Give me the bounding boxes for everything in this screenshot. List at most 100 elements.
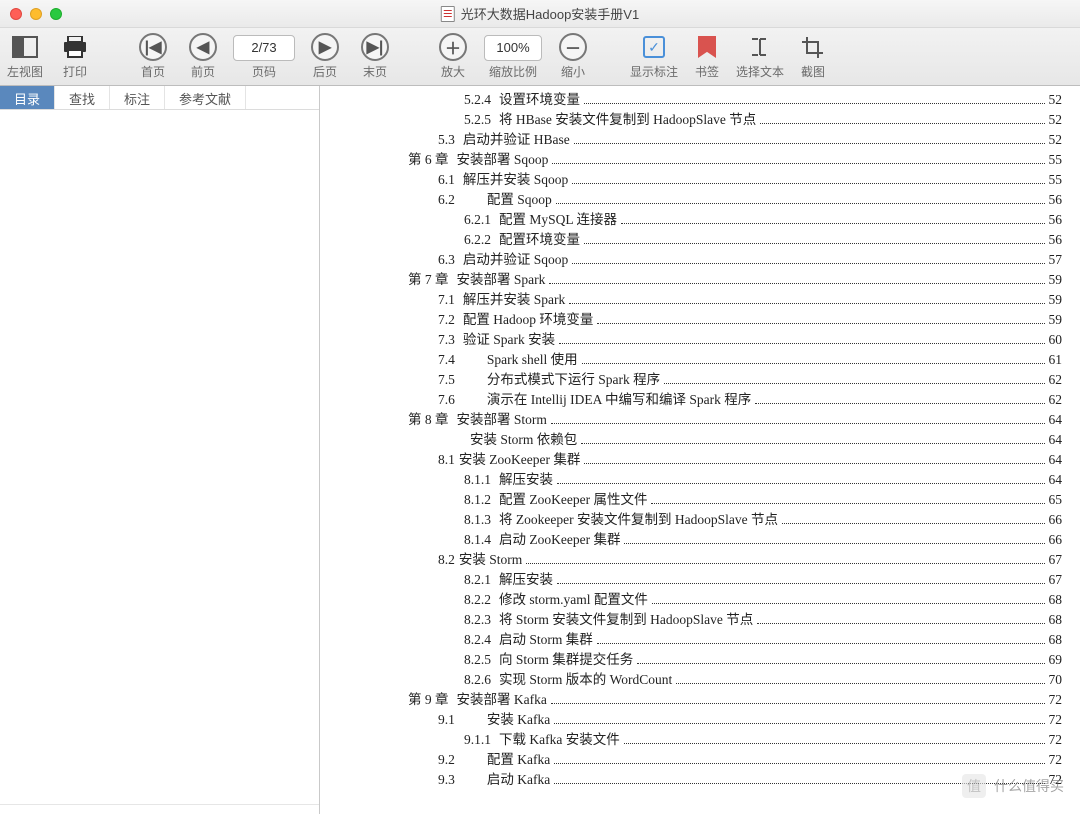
toc-entry[interactable]: 8.1.3将 Zookeeper 安装文件复制到 HadoopSlave 节点6… [348,510,1062,530]
toc-page: 59 [1049,310,1063,330]
toc-entry[interactable]: 6.2配置 Sqoop56 [348,190,1062,210]
minimize-window-button[interactable] [30,8,42,20]
toc-title: 分布式模式下运行 Spark 程序 [487,370,660,390]
toc-number: 7.1 [438,290,455,310]
toc-title: 安装部署 Sqoop [457,150,549,170]
toc-page: 70 [1049,670,1063,690]
last-page-button[interactable]: ▶| 末页 [350,32,400,80]
toc-entry[interactable]: 7.1解压并安装 Spark59 [348,290,1062,310]
toc-entry[interactable]: 8.1.2配置 ZooKeeper 属性文件65 [348,490,1062,510]
left-view-button[interactable]: 左视图 [0,32,50,80]
toc-page: 57 [1049,250,1063,270]
toc-leader-dots [652,603,1045,604]
maximize-window-button[interactable] [50,8,62,20]
toc-title: 将 Zookeeper 安装文件复制到 HadoopSlave 节点 [499,510,778,530]
toc-entry[interactable]: 8.2.6实现 Storm 版本的 WordCount70 [348,670,1062,690]
toc-leader-dots [584,243,1045,244]
show-annotation-button[interactable]: ✓ 显示标注 [626,32,682,80]
watermark: 值 什么值得买 [962,774,1064,798]
toc-entry[interactable]: 7.4Spark shell 使用61 [348,350,1062,370]
toc-entry[interactable]: 6.2.2配置环境变量56 [348,230,1062,250]
toc-entry[interactable]: 6.2.1配置 MySQL 连接器56 [348,210,1062,230]
toc-number: 8.1.4 [464,530,491,550]
toc-page: 67 [1049,570,1063,590]
toc-entry[interactable]: 第 6 章安装部署 Sqoop55 [348,150,1062,170]
toc-number: 8.2.5 [464,650,491,670]
tab-annotations[interactable]: 标注 [110,86,165,109]
toc-leader-dots [581,443,1044,444]
toc-entry[interactable]: 7.5分布式模式下运行 Spark 程序62 [348,370,1062,390]
toc-entry[interactable]: 第 7 章安装部署 Spark59 [348,270,1062,290]
zoom-value-input[interactable]: 100% [484,35,542,61]
toc-page: 56 [1049,230,1063,250]
toc-title: 将 HBase 安装文件复制到 HadoopSlave 节点 [499,110,756,130]
toc-entry[interactable]: 7.2 配置 Hadoop 环境变量 59 [348,310,1062,330]
toc-entry[interactable]: 9.3启动 Kafka72 [348,770,1062,790]
document-viewport[interactable]: 5.2.4设置环境变量525.2.5将 HBase 安装文件复制到 Hadoop… [320,86,1080,814]
main-area: 目录 查找 标注 参考文献 5.2.4设置环境变量525.2.5将 HBase … [0,86,1080,814]
toc-title: 配置 Kafka [487,750,550,770]
toc-entry[interactable]: 8.2.3将 Storm 安装文件复制到 HadoopSlave 节点68 [348,610,1062,630]
toc-entry[interactable]: 9.1安装 Kafka72 [348,710,1062,730]
toc-entry[interactable]: 8.2.1解压安装67 [348,570,1062,590]
toc-entry[interactable]: 8.1.1解压安装64 [348,470,1062,490]
toc-entry[interactable]: 5.2.5将 HBase 安装文件复制到 HadoopSlave 节点52 [348,110,1062,130]
select-text-button[interactable]: 选择文本 [732,32,788,80]
crop-button[interactable]: 截图 [788,32,838,80]
toc-page: 59 [1049,290,1063,310]
first-page-button[interactable]: |◀ 首页 [128,32,178,80]
toc-entry[interactable]: 6.1解压并安装 Sqoop55 [348,170,1062,190]
toc-title: 下载 Kafka 安装文件 [499,730,620,750]
toc-entry[interactable]: 9.1.1下载 Kafka 安装文件72 [348,730,1062,750]
toc-title: 配置 Hadoop 环境变量 [463,310,594,330]
bookmark-button[interactable]: 书签 [682,32,732,80]
watermark-text: 什么值得买 [994,776,1064,796]
toc-title: 向 Storm 集群提交任务 [499,650,633,670]
zoom-out-button[interactable]: － 缩小 [548,32,598,80]
window-controls [10,8,62,20]
toc-entry[interactable]: 第 9 章安装部署 Kafka72 [348,690,1062,710]
toc-entry[interactable]: 7.3验证 Spark 安装60 [348,330,1062,350]
toc-entry[interactable]: 8.1.4启动 ZooKeeper 集群66 [348,530,1062,550]
toc-entry[interactable]: 8.2.2修改 storm.yaml 配置文件68 [348,590,1062,610]
toc-entry[interactable]: 8.1安装 ZooKeeper 集群64 [348,450,1062,470]
toc-title: 解压并安装 Sqoop [463,170,568,190]
toc-entry[interactable]: 8.2.5向 Storm 集群提交任务69 [348,650,1062,670]
zoom-in-button[interactable]: ＋ 放大 [428,32,478,80]
toc-leader-dots [574,143,1045,144]
toc-leader-dots [755,403,1044,404]
toc-entry[interactable]: 5.3启动并验证 HBase52 [348,130,1062,150]
toc-entry[interactable]: 8.2安装 Storm67 [348,550,1062,570]
printer-icon [62,32,88,62]
toc-page: 56 [1049,210,1063,230]
close-window-button[interactable] [10,8,22,20]
toc-entry[interactable]: 9.2配置 Kafka72 [348,750,1062,770]
toc-page: 55 [1049,170,1063,190]
crop-icon [801,32,825,62]
toc-number: 7.3 [438,330,455,350]
toc-entry[interactable]: 安装 Storm 依赖包64 [348,430,1062,450]
toc-page: 60 [1049,330,1063,350]
toc-entry[interactable]: 8.2.4启动 Storm 集群68 [348,630,1062,650]
toc-number: 8.2 [438,550,455,570]
toc-title: 配置 ZooKeeper 属性文件 [499,490,647,510]
toc-leader-dots [526,563,1044,564]
toc-entry[interactable]: 6.3启动并验证 Sqoop57 [348,250,1062,270]
toc-number: 7.2 [438,310,455,330]
tab-find[interactable]: 查找 [55,86,110,109]
prev-page-button[interactable]: ◀ 前页 [178,32,228,80]
page-number-input[interactable]: 2/73 [233,35,295,61]
toc-title: 安装 Kafka [487,710,550,730]
toc-page: 62 [1049,370,1063,390]
toc-entry[interactable]: 5.2.4设置环境变量52 [348,90,1062,110]
toc-entry[interactable]: 第 8 章安装部署 Storm64 [348,410,1062,430]
print-button[interactable]: 打印 [50,32,100,80]
next-page-button[interactable]: ▶ 后页 [300,32,350,80]
toc-leader-dots [637,663,1044,664]
tab-references[interactable]: 参考文献 [165,86,246,109]
toc-entry[interactable]: 7.6演示在 Intellij IDEA 中编写和编译 Spark 程序62 [348,390,1062,410]
toc-page: 64 [1049,410,1063,430]
tab-toc[interactable]: 目录 [0,86,55,109]
toc-page: 64 [1049,470,1063,490]
page-number-group: 2/73 页码 [228,32,300,80]
